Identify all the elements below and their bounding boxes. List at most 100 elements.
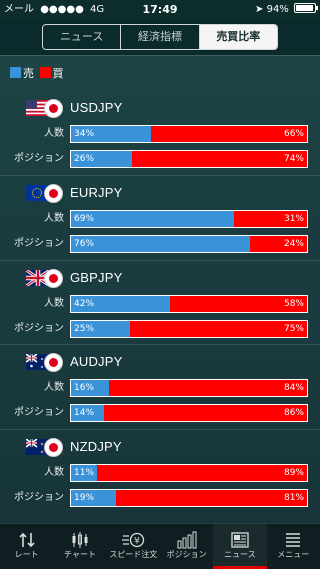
bottom-tab-menu[interactable]: メニュー: [267, 524, 320, 569]
buy-percent: 81%: [283, 493, 304, 503]
buy-percent: 66%: [283, 129, 304, 139]
position-ratio-bar: 25% 75%: [70, 320, 308, 338]
people-ratio-bar: 16% 84%: [70, 379, 308, 397]
candlestick-icon: [53, 524, 106, 550]
rate-arrows-icon: [0, 524, 53, 550]
bottom-tab-label: スピード注文: [109, 550, 158, 559]
pair-block-audjpy: AUDJPY 人数 16% 84% ポジション 14% 86%: [0, 352, 320, 432]
top-navigation: ニュース 経済指標 売買比率: [0, 20, 320, 56]
bottom-tab-label: メニュー: [277, 550, 310, 559]
jp-flag-icon: [44, 353, 63, 372]
sell-percent: 26%: [74, 154, 95, 164]
divider: [0, 260, 320, 261]
sell-percent: 14%: [74, 408, 95, 418]
tab-economic-indicators[interactable]: 経済指標: [121, 25, 200, 49]
people-ratio-bar: 11% 89%: [70, 464, 308, 482]
position-ratio-bar: 26% 74%: [70, 150, 308, 168]
bottom-tab-label: ニュース: [224, 550, 256, 559]
pair-name: USDJPY: [70, 100, 123, 115]
buy-swatch: [39, 67, 51, 78]
segmented-control: ニュース 経済指標 売買比率: [42, 24, 278, 50]
people-ratio-label: 人数: [44, 382, 64, 393]
location-icon: ➤: [255, 4, 264, 15]
sell-percent: 11%: [74, 468, 95, 478]
pair-name: AUDJPY: [70, 354, 123, 369]
people-ratio-label: 人数: [44, 128, 64, 139]
pair-block-gbpjpy: GBPJPY 人数 42% 58% ポジション 25% 75%: [0, 268, 320, 348]
position-ratio-bar: 14% 86%: [70, 404, 308, 422]
uk-flag-icon: [26, 268, 64, 288]
position-ratio-label: ポジション: [14, 407, 64, 418]
bottom-tab-label: レート: [14, 550, 39, 559]
sell-percent: 76%: [74, 239, 95, 249]
buy-percent: 84%: [283, 383, 304, 393]
position-ratio-label: ポジション: [14, 153, 64, 164]
people-ratio-label: 人数: [44, 298, 64, 309]
sell-fill: [71, 236, 251, 252]
status-bar: メール ●●●●● 4G 17:49 ➤ 94%: [0, 0, 320, 20]
buy-percent: 24%: [283, 239, 304, 249]
jp-flag-icon: [44, 269, 63, 288]
position-ratio-label: ポジション: [14, 238, 64, 249]
sell-percent: 34%: [74, 129, 95, 139]
jp-flag-icon: [44, 99, 63, 118]
buy-percent: 75%: [283, 324, 304, 334]
pair-name: EURJPY: [70, 185, 123, 200]
sell-percent: 69%: [74, 214, 95, 224]
tab-news[interactable]: ニュース: [43, 25, 122, 49]
bottom-tab-bar: レート チャート ¥ スピード注文 ポジション ニュース メニュー: [0, 523, 320, 569]
battery-percent: 94%: [266, 4, 289, 15]
legend: 売 買: [10, 67, 64, 80]
sell-fill: [71, 211, 234, 227]
people-ratio-bar: 69% 31%: [70, 210, 308, 228]
sell-percent: 19%: [74, 493, 95, 503]
nz-flag-icon: [26, 437, 64, 457]
jp-flag-icon: [44, 438, 63, 457]
bottom-tab-position[interactable]: ポジション: [160, 524, 213, 569]
sell-percent: 25%: [74, 324, 95, 334]
pair-name: GBPJPY: [70, 270, 123, 285]
menu-icon: [267, 524, 320, 550]
sell-legend-label: 売: [23, 67, 34, 80]
people-ratio-label: 人数: [44, 467, 64, 478]
bottom-tab-speed-order[interactable]: ¥ スピード注文: [107, 524, 160, 569]
buy-percent: 31%: [283, 214, 304, 224]
pair-block-eurjpy: EURJPY 人数 69% 31% ポジション 76% 24%: [0, 183, 320, 263]
bottom-tab-chart[interactable]: チャート: [53, 524, 106, 569]
bottom-tab-label: ポジション: [166, 550, 207, 559]
bottom-tab-news[interactable]: ニュース: [213, 524, 267, 569]
buy-legend-label: 買: [52, 67, 64, 80]
pair-block-usdjpy: USDJPY 人数 34% 66% ポジション 26% 74%: [0, 98, 320, 178]
status-right: ➤ 94%: [255, 0, 318, 20]
bottom-tab-label: チャート: [64, 550, 96, 559]
svg-text:¥: ¥: [134, 537, 140, 547]
position-ratio-label: ポジション: [14, 323, 64, 334]
tab-trade-ratio[interactable]: 売買比率: [199, 25, 277, 49]
sell-swatch: [10, 67, 21, 78]
position-ratio-label: ポジション: [14, 492, 64, 503]
position-ratio-bar: 76% 24%: [70, 235, 308, 253]
people-ratio-label: 人数: [44, 213, 64, 224]
people-ratio-bar: 42% 58%: [70, 295, 308, 313]
buy-percent: 86%: [283, 408, 304, 418]
au-flag-icon: [26, 352, 64, 372]
buy-percent: 89%: [283, 468, 304, 478]
sell-percent: 42%: [74, 299, 95, 309]
bottom-tab-rate[interactable]: レート: [0, 524, 53, 569]
buy-percent: 74%: [283, 154, 304, 164]
divider: [0, 429, 320, 430]
eu-flag-icon: [26, 183, 64, 203]
pair-block-nzdjpy: NZDJPY 人数 11% 89% ポジション 19% 81%: [0, 437, 320, 517]
people-ratio-bar: 34% 66%: [70, 125, 308, 143]
speed-order-icon: ¥: [107, 524, 160, 550]
divider: [0, 344, 320, 345]
us-flag-icon: [26, 98, 64, 118]
pair-name: NZDJPY: [70, 439, 122, 454]
jp-flag-icon: [44, 184, 63, 203]
buy-percent: 58%: [283, 299, 304, 309]
position-bars-icon: [160, 524, 213, 550]
battery-icon: [294, 3, 318, 13]
position-ratio-bar: 19% 81%: [70, 489, 308, 507]
sell-percent: 16%: [74, 383, 95, 393]
news-icon: [213, 524, 266, 550]
